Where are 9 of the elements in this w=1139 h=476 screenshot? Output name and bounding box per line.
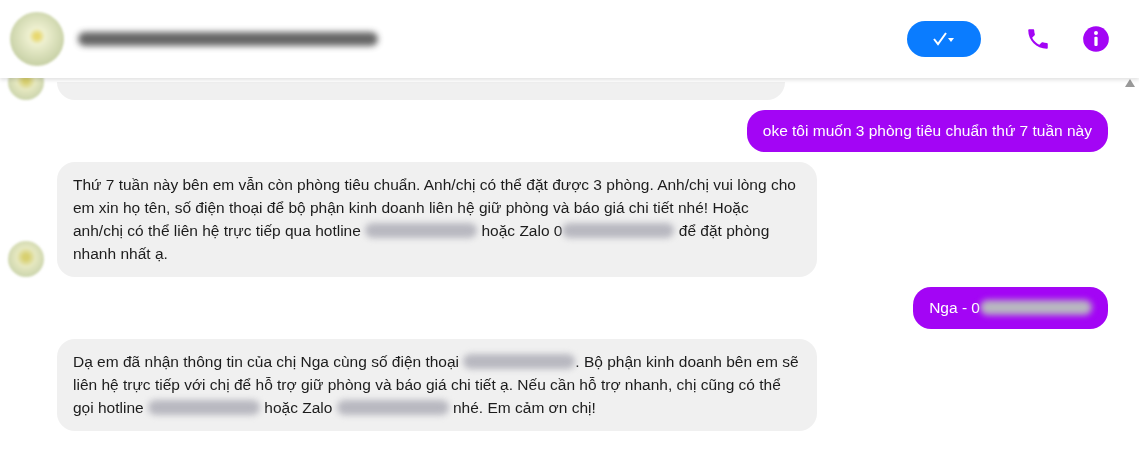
message-bubble: Dạ em đã nhận thông tin của chị Nga cùng số điện thoại . Bộ phận kinh doanh bên em sẽ liên hệ trực tiếp với chị để hỗ trợ giữ phòng và báo giá chi tiết ạ. Nếu cần hỗ trợ nhanh, chị cũng có thể gọi hotline hoặc Zalo nhé. Em cảm ơn chị! (57, 339, 817, 431)
message-bubble: Nga - 0 (913, 287, 1108, 329)
check-caret-icon (932, 32, 956, 46)
info-button[interactable] (1081, 24, 1111, 54)
message-bubble: Thứ 7 tuần này bên em vẫn còn phòng tiêu chuẩn. Anh/chị có thể đặt được 3 phòng. Anh/chị vui lòng cho em xin họ tên, số điện thoại để bộ phận kinh doanh liên hệ giữ phòng và báo giá chi tiết nhé! Hoặc anh/chị có thể liên hệ trực tiếp qua hotline hoặc Zalo 0 để đặt phòng nhanh nhất ạ. (57, 162, 817, 277)
info-icon (1082, 25, 1110, 53)
message-bubble: oke tôi muốn 3 phòng tiêu chuẩn thứ 7 tuần này (746, 110, 1108, 152)
phone-icon (1025, 26, 1051, 52)
status-button[interactable] (907, 21, 981, 57)
